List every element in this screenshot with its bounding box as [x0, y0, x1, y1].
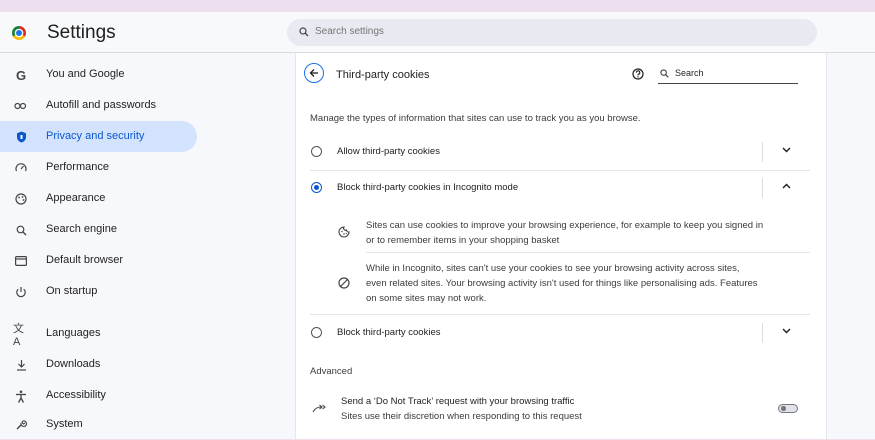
- cookie-icon: [338, 226, 350, 238]
- detail-line: or to remember items in your shopping ba…: [366, 235, 560, 246]
- sidebar-item-appearance[interactable]: Appearance: [0, 183, 197, 214]
- detail-incognito-text: While in Incognito, sites can't use your…: [366, 261, 758, 306]
- option-label: Allow third-party cookies: [337, 146, 440, 157]
- sidebar-item-autofill[interactable]: Autofill and passwords: [0, 90, 197, 121]
- search-input[interactable]: [315, 26, 715, 37]
- sidebar-item-search-engine[interactable]: Search engine: [0, 214, 197, 245]
- search-icon: [13, 222, 29, 238]
- do-not-track-icon: [312, 404, 326, 413]
- sidebar-item-on-startup[interactable]: On startup: [0, 276, 197, 307]
- search-settings-box[interactable]: [287, 19, 817, 46]
- option-label: Block third-party cookies: [337, 327, 441, 338]
- search-icon: [299, 27, 309, 37]
- sidebar-item-label: Autofill and passwords: [46, 99, 157, 111]
- chevron-down-icon[interactable]: [782, 147, 791, 153]
- divider: [366, 252, 810, 253]
- sidebar-item-label: Privacy and security: [46, 130, 145, 142]
- detail-line: even related sites. Your browsing activi…: [366, 278, 758, 289]
- sidebar-item-label: System: [46, 418, 83, 430]
- download-icon: [13, 357, 29, 373]
- sidebar-item-label: Performance: [46, 161, 109, 173]
- arrow-left-icon: [309, 69, 318, 77]
- sidebar: G You and Google Autofill and passwords …: [0, 53, 200, 439]
- detail-line: Sites can use cookies to improve your br…: [366, 220, 764, 231]
- sidebar-item-languages[interactable]: 文A Languages: [0, 318, 197, 349]
- browser-window-icon: [13, 253, 29, 269]
- wrench-icon: [13, 417, 29, 433]
- sidebar-item-privacy[interactable]: Privacy and security: [0, 121, 197, 152]
- option-block-third-party-cookies[interactable]: Block third-party cookies: [296, 315, 824, 351]
- sidebar-item-label: Default browser: [46, 254, 124, 266]
- divider: [762, 142, 763, 162]
- sidebar-item-accessibility[interactable]: Accessibility: [0, 380, 197, 411]
- back-button[interactable]: [304, 63, 324, 83]
- page-title: Settings: [47, 22, 116, 43]
- page-search-field[interactable]: Search: [658, 67, 798, 84]
- radio-button-selected[interactable]: [311, 182, 322, 193]
- app-header: Settings: [0, 12, 875, 53]
- chrome-logo-icon: [12, 26, 26, 40]
- sidebar-item-default-browser[interactable]: Default browser: [0, 245, 197, 276]
- search-icon: [660, 69, 669, 78]
- divider: [762, 178, 763, 198]
- detail-line: While in Incognito, sites can't use your…: [366, 263, 740, 274]
- page-description: Manage the types of information that sit…: [310, 113, 641, 124]
- palette-icon: [13, 191, 29, 207]
- chevron-down-icon[interactable]: [782, 328, 791, 334]
- option-label: Block third-party cookies in Incognito m…: [337, 182, 519, 193]
- detail-line: on some sites may not work.: [366, 293, 487, 304]
- sidebar-item-downloads[interactable]: Downloads: [0, 349, 197, 380]
- sidebar-item-label: You and Google: [46, 68, 125, 80]
- help-icon[interactable]: [632, 68, 644, 80]
- advanced-heading: Advanced: [310, 366, 353, 377]
- sidebar-item-label: Downloads: [46, 358, 101, 370]
- key-icon: [13, 98, 29, 114]
- radio-button[interactable]: [311, 327, 322, 338]
- do-not-track-subtitle: Sites use their discretion when respondi…: [341, 411, 582, 422]
- do-not-track-title: Send a ‘Do Not Track’ request with your …: [341, 396, 575, 407]
- sidebar-item-label: On startup: [46, 285, 98, 297]
- google-g-icon: G: [15, 67, 27, 83]
- chevron-up-icon[interactable]: [782, 183, 791, 189]
- sidebar-item-label: Languages: [46, 327, 101, 339]
- translate-icon: 文A: [13, 323, 24, 348]
- option-allow-third-party-cookies[interactable]: Allow third-party cookies: [296, 134, 824, 170]
- shield-icon: [13, 129, 29, 145]
- section-title: Third-party cookies: [336, 69, 430, 81]
- sidebar-item-system[interactable]: System: [0, 409, 197, 440]
- page-search-label: Search: [675, 68, 704, 78]
- accessibility-icon: [13, 388, 29, 404]
- sidebar-item-label: Accessibility: [46, 389, 106, 401]
- do-not-track-toggle[interactable]: [778, 404, 798, 413]
- sidebar-item-label: Search engine: [46, 223, 117, 235]
- sidebar-item-performance[interactable]: Performance: [0, 152, 197, 183]
- option-block-incognito[interactable]: Block third-party cookies in Incognito m…: [296, 170, 824, 206]
- detail-cookies-text: Sites can use cookies to improve your br…: [366, 218, 763, 248]
- power-icon: [13, 284, 29, 300]
- sidebar-item-you-and-google[interactable]: G You and Google: [0, 59, 197, 90]
- block-icon: [338, 277, 350, 289]
- radio-button[interactable]: [311, 146, 322, 157]
- speedometer-icon: [13, 160, 29, 176]
- sidebar-item-label: Appearance: [46, 192, 106, 204]
- divider: [762, 323, 763, 343]
